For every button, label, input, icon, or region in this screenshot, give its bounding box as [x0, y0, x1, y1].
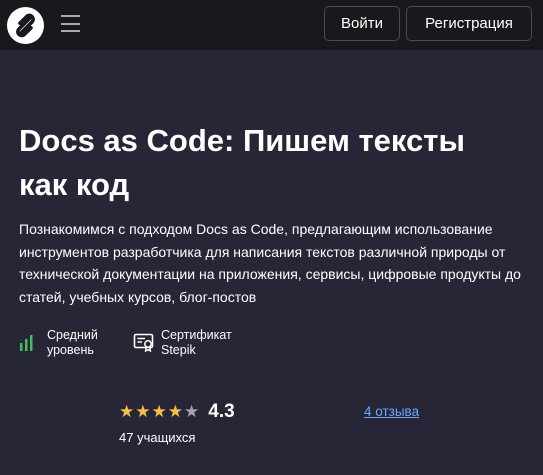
course-title: Docs as Code: Пишем тексты как код [19, 123, 465, 202]
star-filled-icon: ★ [135, 402, 151, 421]
rating-value: 4.3 [208, 401, 235, 422]
star-filled-icon: ★ [167, 402, 183, 421]
feature-level: Средний уровень [19, 328, 98, 358]
rating-row: ★ ★ ★ ★ ★ 4.3 [119, 401, 235, 423]
certificate-label: Сертификат Stepik [161, 328, 232, 357]
level-bars-icon [19, 331, 41, 355]
learners-count: 47 учащихся [119, 430, 196, 445]
star-filled-icon: ★ [119, 402, 135, 421]
course-description: Познакомимся с подходом Docs as Code, пр… [19, 221, 521, 305]
feature-certificate: Сертификат Stepik [133, 328, 232, 358]
star-filled-icon: ★ [151, 402, 167, 421]
register-button[interactable]: Регистрация [406, 6, 532, 41]
star-empty-icon: ★ [184, 402, 200, 421]
certificate-icon [133, 331, 155, 355]
rating-stars: ★ ★ ★ ★ ★ [119, 402, 200, 422]
level-label: Средний уровень [47, 328, 98, 357]
hamburger-menu-icon[interactable] [61, 15, 80, 32]
stepik-logo-icon[interactable] [7, 7, 44, 44]
reviews-link[interactable]: 4 отзыва [364, 404, 419, 419]
login-button[interactable]: Войти [324, 6, 400, 41]
top-navigation-bar: Войти Регистрация [0, 0, 543, 50]
